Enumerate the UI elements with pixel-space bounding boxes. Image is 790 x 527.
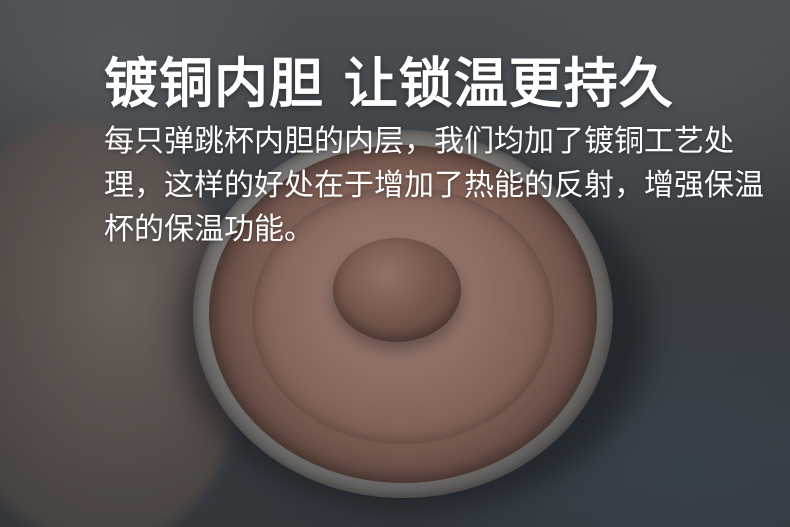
description: 每只弹跳杯内胆的内层，我们均加了镀铜工艺处理，这样的好处在于增加了热能的反射，增… xyxy=(104,124,764,247)
headline: 镀铜内胆 让锁温更持久 xyxy=(104,52,674,115)
